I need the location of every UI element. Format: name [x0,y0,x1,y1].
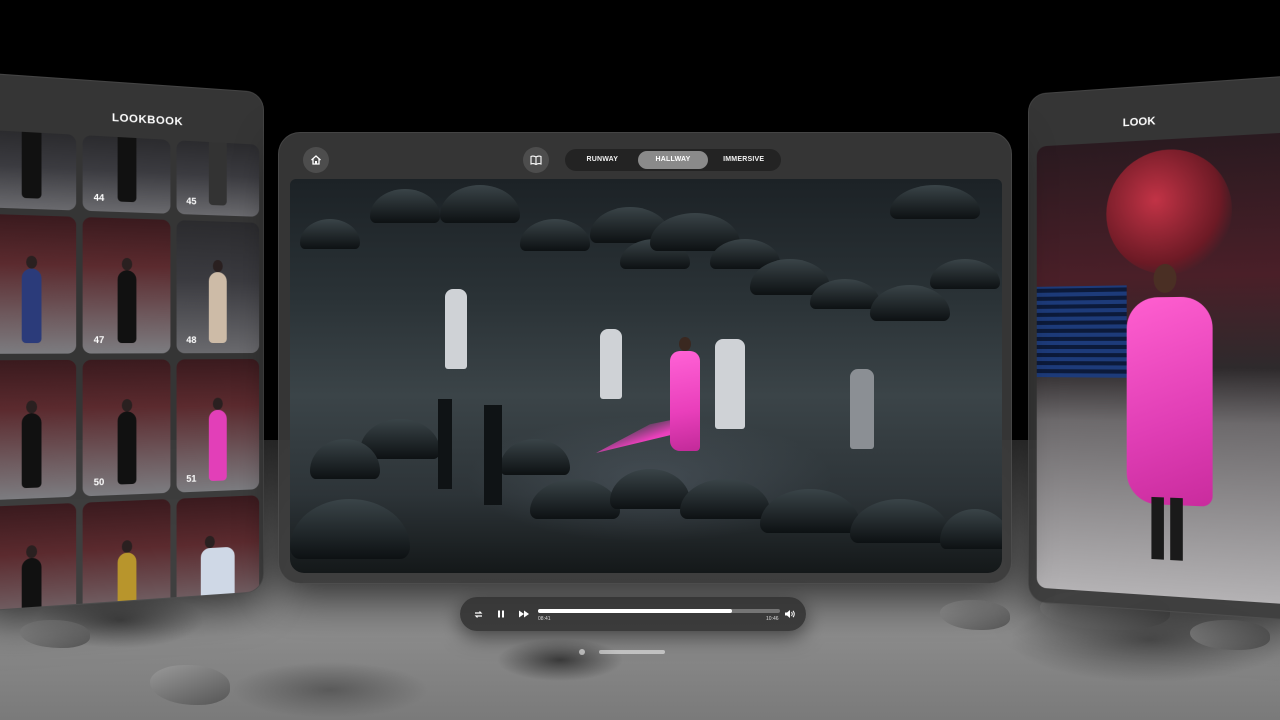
rock [1190,620,1270,650]
lookbook-grid: 44 45 47 48 50 51 [0,129,260,612]
rock [940,600,1010,630]
look-thumbnail[interactable] [0,213,77,354]
repeat-button[interactable] [470,606,486,622]
lookbook-button[interactable] [523,147,549,173]
home-button[interactable] [303,147,329,173]
elapsed-time: 08:41 [538,616,551,622]
tab-runway[interactable]: RUNWAY [567,151,638,169]
tab-immersive[interactable]: IMMERSIVE [708,151,779,169]
model-in-pink-dress [1121,263,1215,561]
pause-icon [498,610,504,618]
window-grab-bar[interactable] [599,650,665,654]
look-detail-panel: LOOK 5 [1028,73,1280,623]
progress-fill [538,609,732,613]
rock [20,620,90,648]
tower-lights [1106,146,1233,276]
look-thumbnail[interactable]: 44 [82,135,171,214]
rock [150,665,230,705]
runway-model [670,337,700,467]
volume-button[interactable] [782,606,798,622]
playback-controls: 08:41 10:46 [460,597,806,631]
fast-forward-button[interactable] [516,606,532,622]
repeat-icon [474,610,482,618]
main-video-window: RUNWAY HALLWAY IMMERSIVE [278,132,1012,584]
look-thumbnail[interactable] [0,359,77,501]
look-number: 48 [186,334,197,346]
look-number: 45 [186,195,197,207]
look-title: LOOK [1122,115,1156,130]
look-thumbnail[interactable] [0,502,77,612]
lookbook-title: LOOKBOOK [111,111,184,129]
window-pager [579,648,669,656]
volume-icon [785,610,795,618]
look-number: 51 [186,473,197,484]
fast-forward-icon [519,610,529,618]
look-thumbnail[interactable] [82,498,171,612]
view-mode-segmented-control: RUNWAY HALLWAY IMMERSIVE [565,149,781,171]
look-number: 44 [93,192,105,204]
book-icon [530,155,542,166]
page-dot[interactable] [579,649,585,655]
lookbook-panel: LOOKBOOK 44 45 47 48 50 51 [0,72,265,612]
look-thumbnail[interactable]: 51 [176,359,260,493]
runway-video[interactable] [290,179,1002,573]
tab-hallway[interactable]: HALLWAY [637,151,709,169]
look-thumbnail[interactable] [0,129,77,211]
city-skyline [1036,285,1127,378]
look-photo [1036,131,1280,606]
look-thumbnail[interactable]: 48 [176,220,260,354]
total-duration: 10:46 [766,616,779,622]
look-number: 47 [93,334,105,346]
look-number: 50 [93,476,105,488]
look-thumbnail[interactable]: 47 [82,217,171,354]
look-thumbnail[interactable]: 45 [176,140,260,217]
home-icon [311,155,321,165]
progress-bar[interactable] [538,609,780,613]
pause-button[interactable] [493,606,509,622]
look-thumbnail[interactable]: 50 [82,359,171,497]
